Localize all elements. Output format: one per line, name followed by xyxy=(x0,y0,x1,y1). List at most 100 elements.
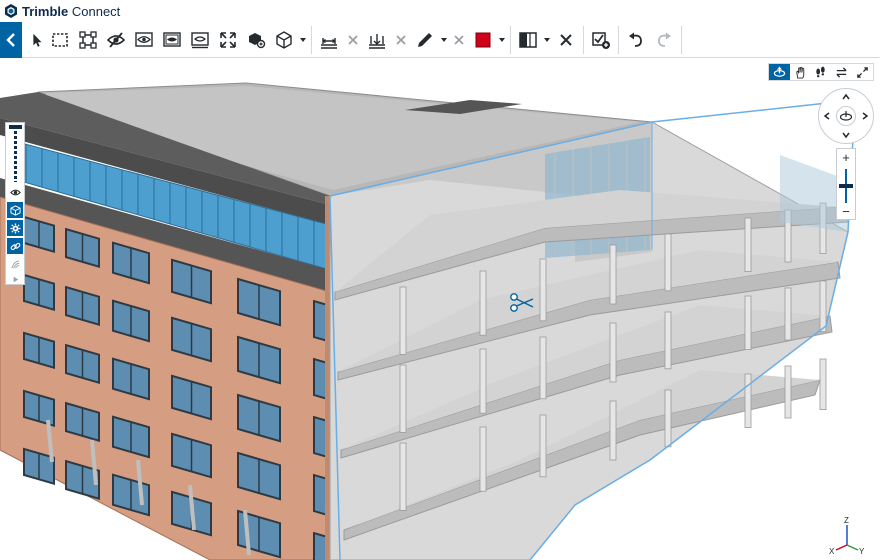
nav-orbit-button[interactable] xyxy=(836,106,856,126)
section-plane-button[interactable] xyxy=(363,26,391,54)
measure-icon xyxy=(321,37,337,49)
redo-button[interactable] xyxy=(650,26,678,54)
toolbar-separator xyxy=(583,25,584,54)
pen-button[interactable] xyxy=(411,26,439,54)
object-button[interactable] xyxy=(7,202,23,218)
section-plane-icon xyxy=(369,33,385,49)
undo-button[interactable] xyxy=(622,26,650,54)
axis-triad: Z X Y xyxy=(829,516,865,555)
visibility-button[interactable] xyxy=(7,184,23,200)
structural-column xyxy=(744,217,752,272)
show-all-button[interactable] xyxy=(158,26,186,54)
color-dropdown[interactable] xyxy=(497,26,507,54)
select-icon xyxy=(33,33,42,47)
hidden-list-icon xyxy=(191,31,209,48)
navigation-pad xyxy=(818,88,874,144)
zoom-control: + − xyxy=(836,148,856,220)
structural-column xyxy=(539,336,547,400)
zoom-thumb[interactable] xyxy=(839,184,853,188)
clear-measure-button[interactable] xyxy=(343,26,363,54)
compare-button[interactable] xyxy=(514,26,542,54)
structural-column xyxy=(539,258,547,322)
pen-dropdown[interactable] xyxy=(439,26,449,54)
compare-icon xyxy=(519,31,537,48)
axis-y-label: Y xyxy=(859,547,865,555)
hide-button[interactable] xyxy=(102,26,130,54)
structural-column xyxy=(784,365,792,419)
structural-column xyxy=(539,414,547,478)
structural-column xyxy=(819,280,827,332)
box-select-icon xyxy=(52,32,68,47)
visibility-icon xyxy=(9,189,21,195)
view-cube-button[interactable] xyxy=(270,26,298,54)
collapse-sidebar-button[interactable] xyxy=(0,21,22,58)
fit-view-button[interactable] xyxy=(214,26,242,54)
nav-left-button[interactable] xyxy=(822,111,832,121)
structural-column xyxy=(399,442,407,511)
hide-icon xyxy=(106,31,126,48)
pan-mode-button[interactable] xyxy=(790,64,811,80)
section-slider[interactable] xyxy=(14,126,17,182)
title-bar: Trimble Connect xyxy=(0,0,880,22)
sun-icon xyxy=(10,259,19,268)
structural-column xyxy=(819,358,827,410)
settings-icon xyxy=(9,222,21,234)
orbit-icon xyxy=(773,66,786,77)
orbit-mode-button[interactable] xyxy=(769,64,790,80)
hidden-list-button[interactable] xyxy=(186,26,214,54)
fit-select-icon xyxy=(79,30,97,49)
fit-select-button[interactable] xyxy=(74,26,102,54)
isolate-button[interactable] xyxy=(130,26,158,54)
main-toolbar xyxy=(0,21,880,58)
nav-down-button[interactable] xyxy=(841,130,851,140)
zoom-in-button[interactable]: + xyxy=(837,151,855,165)
fullscreen-icon xyxy=(857,66,868,78)
switch-mode-button[interactable] xyxy=(831,64,852,80)
play-button[interactable] xyxy=(7,271,23,287)
walk-mode-button[interactable] xyxy=(811,64,832,80)
toolbar-separator xyxy=(311,25,312,54)
zoom-out-button[interactable]: − xyxy=(837,205,855,219)
structural-column xyxy=(609,244,617,305)
pen-icon xyxy=(418,32,432,47)
close-icon xyxy=(560,33,572,46)
color-picker-button[interactable] xyxy=(469,26,497,54)
sun-button[interactable] xyxy=(7,256,23,272)
create-view-button[interactable] xyxy=(587,26,615,54)
3d-viewport[interactable]: + − Z X Y xyxy=(0,59,880,560)
create-view-icon xyxy=(592,31,610,49)
nav-right-button[interactable] xyxy=(860,111,870,121)
view-cube-dropdown[interactable] xyxy=(298,26,308,54)
axis-x-label: X xyxy=(829,547,835,555)
select-button[interactable] xyxy=(28,26,46,54)
structural-column xyxy=(664,311,672,370)
object-tree-button[interactable] xyxy=(242,26,270,54)
clear-pen-button[interactable] xyxy=(449,26,469,54)
object-icon xyxy=(9,204,21,216)
clear-section-button[interactable] xyxy=(391,26,411,54)
structural-column xyxy=(479,426,487,492)
fit-view-icon xyxy=(220,31,236,48)
link-button[interactable] xyxy=(7,238,23,254)
orbit-icon xyxy=(839,111,853,121)
show-all-icon xyxy=(163,31,181,47)
navigation-mode-bar xyxy=(768,63,874,81)
compare-dropdown[interactable] xyxy=(542,26,552,54)
chevron-left-icon xyxy=(823,112,830,120)
structural-column xyxy=(744,373,752,428)
redo-icon xyxy=(658,32,671,47)
settings-button[interactable] xyxy=(7,220,23,236)
measure-button[interactable] xyxy=(315,26,343,54)
close-compare-button[interactable] xyxy=(552,26,580,54)
structural-column xyxy=(609,322,617,383)
clear-measure-icon xyxy=(348,34,358,45)
structural-column xyxy=(399,286,407,355)
box-select-button[interactable] xyxy=(46,26,74,54)
nav-up-button[interactable] xyxy=(841,92,851,102)
play-icon xyxy=(13,276,18,282)
structural-column xyxy=(744,295,752,350)
building-model xyxy=(0,82,856,560)
walk-icon xyxy=(816,66,826,77)
fullscreen-button[interactable] xyxy=(852,64,873,80)
clear-pen-icon xyxy=(454,34,464,45)
